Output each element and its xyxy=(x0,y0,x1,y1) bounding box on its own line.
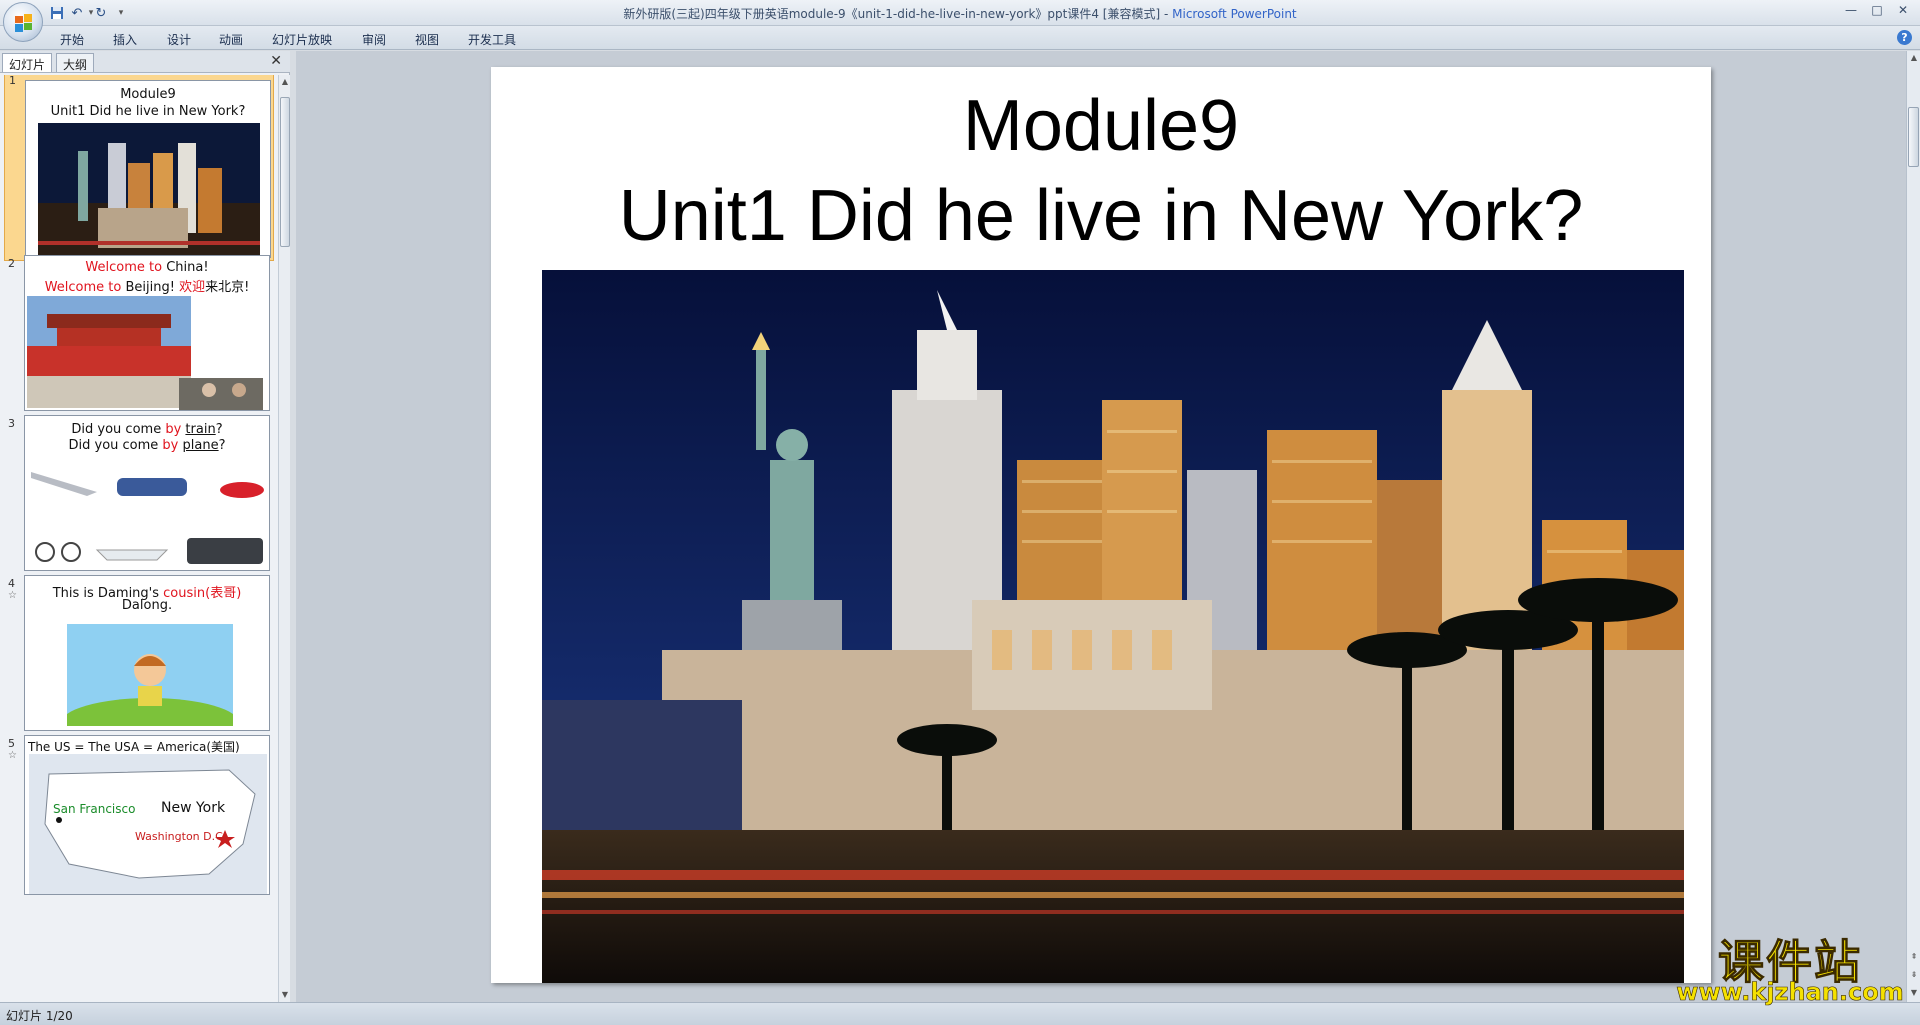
us-map-thumbnail-image xyxy=(29,754,267,894)
help-icon[interactable]: ? xyxy=(1897,30,1912,45)
tiananmen-thumbnail-image xyxy=(27,296,191,408)
map-label-new-york: New York xyxy=(161,800,226,816)
tab-slideshow[interactable]: 幻灯片放映 xyxy=(272,31,332,48)
maximize-button[interactable]: □ xyxy=(1866,3,1888,21)
slide-thumbnail-3[interactable]: 3 Did you come by train? Did you come by… xyxy=(4,413,274,573)
animation-star-icon: ☆ xyxy=(8,590,17,601)
status-bar: 幻灯片 1/20 xyxy=(0,1002,1920,1025)
scroll-down-icon[interactable]: ▼ xyxy=(280,990,290,1000)
slide-thumbnail-5[interactable]: 5 ☆ The US = The USA = America(美国) San F… xyxy=(4,733,274,895)
tab-design[interactable]: 设计 xyxy=(167,31,191,48)
slide-subtitle[interactable]: Unit1 Did he live in New York? xyxy=(491,175,1711,257)
thumb-line-2: Dalong. xyxy=(121,598,173,613)
minimize-button[interactable]: — xyxy=(1840,3,1862,21)
scroll-up-icon[interactable]: ▲ xyxy=(1908,53,1920,63)
slide-counter: 幻灯片 1/20 xyxy=(6,1009,73,1023)
tab-home[interactable]: 开始 xyxy=(60,31,84,48)
slide-number: 2 xyxy=(8,257,15,270)
current-slide[interactable]: Module9 Unit1 Did he live in New York? xyxy=(491,67,1711,983)
slide-thumbnail-2[interactable]: 2 Welcome to China! Welcome to Beijing! … xyxy=(4,253,274,413)
thumb-line-1: The US = The USA = America(美国) xyxy=(28,740,240,754)
thumb-line-2: Did you come by plane? xyxy=(68,438,226,453)
slide-number: 3 xyxy=(8,417,15,430)
panel-scrollbar[interactable]: ▲ ▼ xyxy=(278,75,290,1002)
office-logo-icon xyxy=(15,14,32,32)
transport-thumbnail-image xyxy=(31,472,264,564)
slide-number: 1 xyxy=(9,75,16,87)
thumb-line-1: Welcome to China! xyxy=(85,260,209,275)
watermark-logo: 课件站 www.kjzhan.com xyxy=(1670,926,1910,1007)
thumb-subtitle: Unit1 Did he live in New York? xyxy=(50,104,246,119)
tab-review[interactable]: 审阅 xyxy=(362,31,386,48)
office-button[interactable] xyxy=(3,2,43,42)
scroll-up-icon[interactable]: ▲ xyxy=(280,77,290,87)
thumb-line-2: Welcome to Beijing! 欢迎来北京! xyxy=(44,280,250,295)
scrollbar-thumb[interactable] xyxy=(280,97,290,247)
tab-insert[interactable]: 插入 xyxy=(113,31,137,48)
tab-animations[interactable]: 动画 xyxy=(219,31,243,48)
title-bar: ↶ ▾ ↻ ▾ 新外研版(三起)四年级下册英语module-9《unit-1-d… xyxy=(0,0,1920,42)
thumb-title: Module9 xyxy=(120,87,176,102)
scrollbar-thumb[interactable] xyxy=(1908,107,1919,167)
slide-editing-area: Module9 Unit1 Did he live in New York? xyxy=(296,51,1906,1002)
slide-number: 4 xyxy=(8,577,15,590)
slides-panel: 幻灯片 大纲 ✕ 1 Module9 Unit1 Did he live in … xyxy=(0,51,290,1002)
slide-title[interactable]: Module9 xyxy=(491,85,1711,167)
new-york-thumbnail-image xyxy=(38,123,260,257)
boy-thumbnail-image xyxy=(67,624,233,726)
slide-thumbnail-4[interactable]: 4 ☆ This is Daming's cousin(表哥) Dalong. xyxy=(4,573,274,733)
panel-tabs: 幻灯片 大纲 ✕ xyxy=(0,51,290,73)
tab-view[interactable]: 视图 xyxy=(415,31,439,48)
people-thumbnail-image xyxy=(179,378,263,410)
thumb-line-1: Did you come by train? xyxy=(71,422,223,437)
map-label-san-francisco: San Francisco xyxy=(53,802,136,816)
slide-thumbnail-1[interactable]: 1 Module9 Unit1 Did he live in New York? xyxy=(4,75,274,261)
close-icon[interactable]: ✕ xyxy=(270,53,282,69)
main-scrollbar[interactable]: ▲ ⇞ ⇟ ▼ xyxy=(1906,51,1920,1002)
tab-outline[interactable]: 大纲 xyxy=(56,53,95,72)
watermark-url: www.kjzhan.com xyxy=(1676,978,1904,1007)
thumbnail-list: 1 Module9 Unit1 Did he live in New York? xyxy=(0,75,278,1002)
ribbon-tabs: 开始 插入 设计 动画 幻灯片放映 审阅 视图 开发工具 ? xyxy=(0,26,1920,50)
slide-number: 5 xyxy=(8,737,15,750)
animation-star-icon: ☆ xyxy=(8,750,17,761)
tab-slides[interactable]: 幻灯片 xyxy=(2,53,53,72)
map-label-washington: Washington D.C. xyxy=(135,830,227,843)
tab-developer[interactable]: 开发工具 xyxy=(468,31,516,48)
window-title: 新外研版(三起)四年级下册英语module-9《unit-1-did-he-li… xyxy=(623,7,1297,21)
new-york-city-photo[interactable] xyxy=(542,270,1684,983)
close-button[interactable]: ✕ xyxy=(1892,3,1914,21)
